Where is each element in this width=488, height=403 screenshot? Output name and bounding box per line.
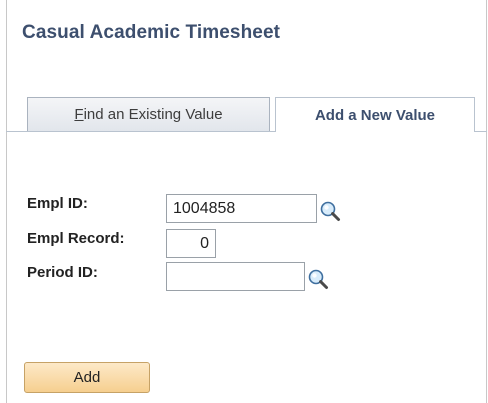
empl-record-label: Empl Record: [27, 230, 125, 247]
tab-find-label-rest: ind an Existing Value [83, 106, 223, 123]
tab-find-accesskey: F [74, 106, 84, 123]
period-id-input[interactable] [166, 262, 305, 291]
tab-add-label: Add a New Value [314, 106, 436, 124]
period-id-lookup-icon[interactable] [307, 268, 329, 290]
empl-id-label: Empl ID: [27, 195, 88, 212]
period-id-label: Period ID: [27, 264, 98, 281]
empl-id-lookup-icon[interactable] [319, 200, 341, 222]
add-button[interactable]: Add [24, 362, 150, 393]
page-title: Casual Academic Timesheet [22, 22, 281, 43]
tab-find-label: Find an Existing Value [74, 106, 222, 123]
empl-id-input[interactable] [166, 194, 317, 223]
empl-record-input[interactable] [166, 229, 216, 258]
tab-add-new-value[interactable]: Add a New Value [275, 97, 475, 132]
tab-find-existing-value[interactable]: Find an Existing Value [27, 97, 270, 131]
